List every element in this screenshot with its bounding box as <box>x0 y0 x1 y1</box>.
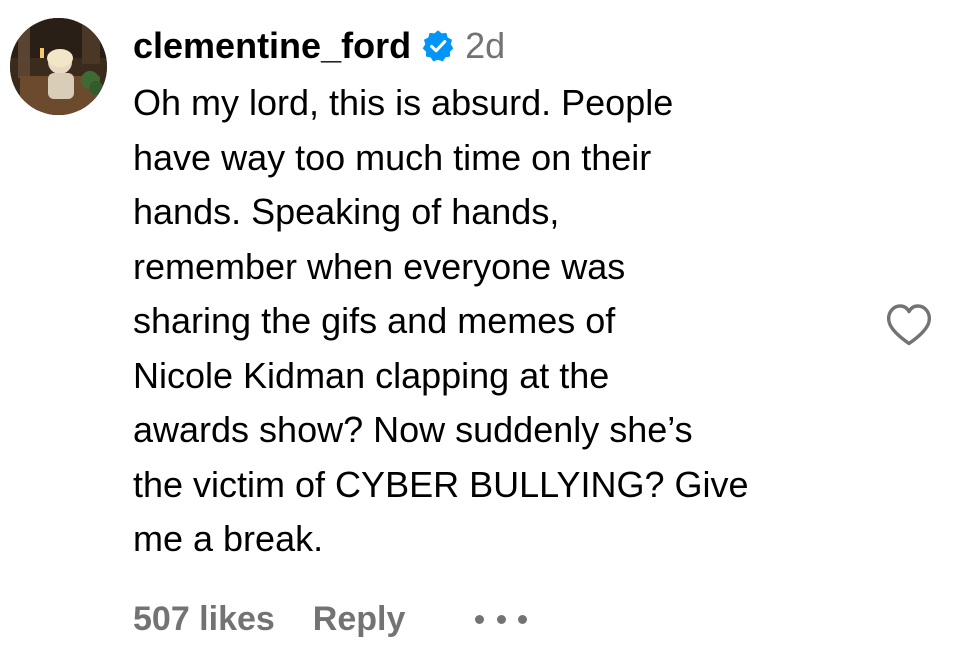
comment-timestamp: 2d <box>465 25 506 66</box>
comment-text: Oh my lord, this is absurd. People have … <box>133 76 873 567</box>
comment-text-line: me a break. <box>133 518 324 559</box>
heart-outline-icon <box>887 304 931 346</box>
comment: clementine_ford 2d Oh my lord, this is a… <box>0 0 980 650</box>
more-dot <box>496 614 506 624</box>
comment-text-line: remember when everyone was <box>133 245 626 287</box>
likes-count-link[interactable]: 507 likes <box>133 600 275 639</box>
username-link[interactable]: clementine_ford <box>133 25 411 67</box>
more-dot <box>475 614 485 624</box>
comment-footer: 507 likes Reply <box>133 596 528 642</box>
more-horizontal-icon[interactable] <box>475 612 528 626</box>
avatar-image <box>10 18 107 115</box>
reply-button[interactable]: Reply <box>313 600 406 639</box>
comment-text-line: have way too much time on their <box>133 136 652 178</box>
avatar[interactable] <box>10 18 107 115</box>
comment-text-line: the victim of CYBER BULLYING? Give <box>133 463 749 505</box>
comment-text-line: sharing the gifs and memes of <box>133 300 616 341</box>
comment-text-line: Oh my lord, this is absurd. People <box>133 82 674 123</box>
comment-header: clementine_ford 2d <box>133 24 505 68</box>
like-button[interactable] <box>885 302 933 348</box>
more-dot <box>518 614 528 624</box>
comment-text-line: hands. Speaking of hands, <box>133 191 560 232</box>
comment-text-line: Nicole Kidman clapping at the <box>133 354 610 396</box>
comment-text-line: awards show? Now suddenly she’s <box>133 409 693 450</box>
verified-badge-icon <box>421 29 455 63</box>
